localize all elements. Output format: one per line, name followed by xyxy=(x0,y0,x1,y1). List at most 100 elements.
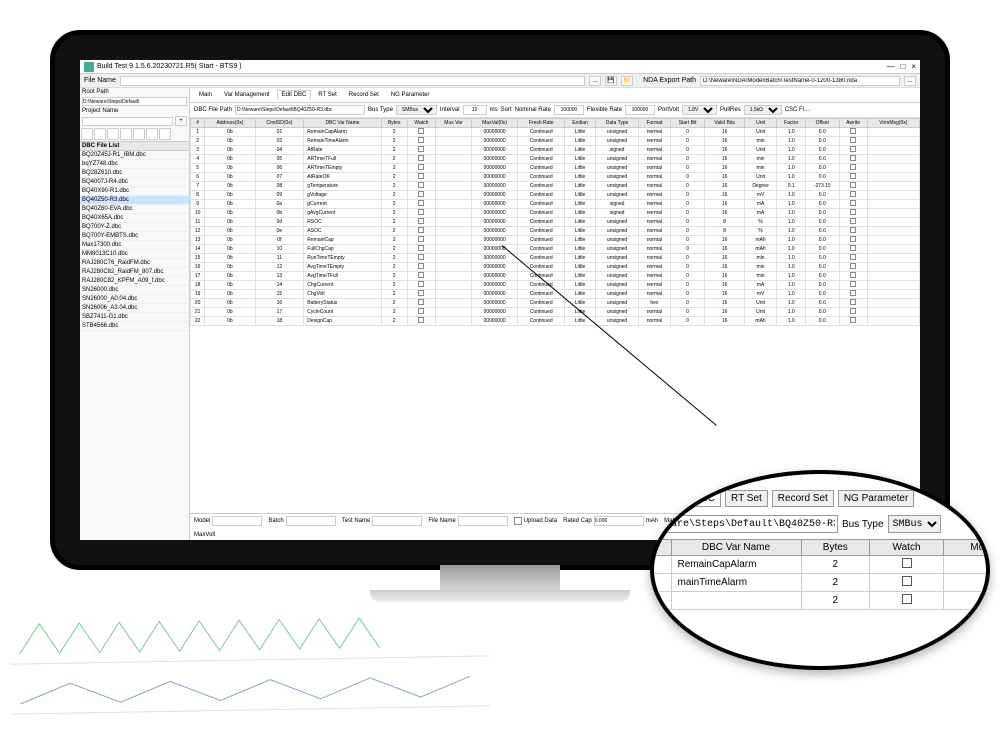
table-row[interactable]: 100b0bgAvgCurrent200000000ContinuedLittl… xyxy=(191,209,920,218)
col-header[interactable]: Watch xyxy=(407,119,435,128)
testname-input[interactable] xyxy=(372,516,422,526)
zoom-dbc-path[interactable] xyxy=(650,515,838,533)
table-row[interactable]: 140b10FullChgCap200000000ContinuedLittle… xyxy=(191,245,920,254)
awrite-checkbox[interactable] xyxy=(850,218,856,224)
dbc-file-list[interactable]: BQ20Z45J-R1_IBM.dbcbqYZ748.dbcBQ28Z610.d… xyxy=(80,151,189,540)
awrite-checkbox[interactable] xyxy=(850,308,856,314)
table-row[interactable]: 220b18DesignCap200000000ContinuedLittleu… xyxy=(191,317,920,326)
watch-checkbox[interactable] xyxy=(418,173,424,179)
table-row[interactable]: 10b01RemainCapAlarm200000000ContinuedLit… xyxy=(191,128,920,137)
watch-checkbox[interactable] xyxy=(418,254,424,260)
watch-checkbox[interactable] xyxy=(418,146,424,152)
watch-checkbox[interactable] xyxy=(418,209,424,215)
zoom-watch-1[interactable] xyxy=(902,558,912,568)
col-header[interactable]: # xyxy=(191,119,205,128)
table-row[interactable]: 120b0eASOC200000000ContinuedLittleunsign… xyxy=(191,227,920,236)
awrite-checkbox[interactable] xyxy=(850,299,856,305)
awrite-checkbox[interactable] xyxy=(850,137,856,143)
table-row[interactable]: 110b0dRSOC200000000ContinuedLittleunsign… xyxy=(191,218,920,227)
col-header[interactable]: CmdSD(0x) xyxy=(255,119,304,128)
awrite-checkbox[interactable] xyxy=(850,155,856,161)
table-row[interactable]: 70b08gTemperature200000000ContinuedLittl… xyxy=(191,182,920,191)
tab-rt-set[interactable]: RT Set xyxy=(313,90,341,100)
col-header[interactable]: Endian xyxy=(564,119,595,128)
tool-5[interactable] xyxy=(133,128,145,140)
nda-more-button[interactable]: ... xyxy=(904,76,916,86)
zoom-watch-2[interactable] xyxy=(902,576,912,586)
dbc-list-item[interactable]: SN26000.dbc xyxy=(80,286,189,295)
table-row[interactable]: 40b05ARTimeTFull200000000ContinuedLittle… xyxy=(191,155,920,164)
watch-checkbox[interactable] xyxy=(418,308,424,314)
pull-select[interactable]: 1.5kΩ xyxy=(744,105,782,115)
watch-checkbox[interactable] xyxy=(418,245,424,251)
project-name-input[interactable] xyxy=(82,117,173,126)
awrite-checkbox[interactable] xyxy=(850,236,856,242)
dbc-list-item[interactable]: BQ40X90-R1.dbc xyxy=(80,187,189,196)
interval-input[interactable] xyxy=(463,105,487,115)
awrite-checkbox[interactable] xyxy=(850,227,856,233)
awrite-checkbox[interactable] xyxy=(850,128,856,134)
table-row[interactable]: 170b13AvgTimeTFull200000000ContinuedLitt… xyxy=(191,272,920,281)
dbc-list-item[interactable]: BQ4007J-R4.dbc xyxy=(80,178,189,187)
nominal-input[interactable] xyxy=(554,105,584,115)
dbc-list-item[interactable]: SN26000_A0.04.dbc xyxy=(80,295,189,304)
table-row[interactable]: 80b09gVoltage200000000ContinuedLittleuns… xyxy=(191,191,920,200)
tab-var-management[interactable]: Var Management xyxy=(219,90,275,100)
folder-icon[interactable]: 📁 xyxy=(621,76,633,86)
awrite-checkbox[interactable] xyxy=(850,209,856,215)
table-row[interactable]: 160b12AvgTimeTEmpty200000000ContinuedLit… xyxy=(191,263,920,272)
nda-path-input[interactable] xyxy=(700,76,900,86)
minimize-button[interactable]: — xyxy=(886,62,894,71)
dbc-table[interactable]: #Address(0x)CmdSD(0x)DBC Var NameBytesWa… xyxy=(190,118,920,513)
dbc-list-item[interactable]: SBZ7411-G1.dbc xyxy=(80,313,189,322)
awrite-checkbox[interactable] xyxy=(850,254,856,260)
watch-checkbox[interactable] xyxy=(418,227,424,233)
bus-type-select[interactable]: SMBus xyxy=(396,105,437,115)
file-name-input[interactable] xyxy=(120,76,585,86)
col-header[interactable]: Bytes xyxy=(381,119,407,128)
tool-2[interactable] xyxy=(94,128,106,140)
awrite-checkbox[interactable] xyxy=(850,173,856,179)
table-row[interactable]: 60b07AtRateOK200000000ContinuedLittleuns… xyxy=(191,173,920,182)
dbc-list-item[interactable]: RAJ280C82_RaidFM_807.dbc xyxy=(80,268,189,277)
table-row[interactable]: 90b0agCurrent200000000ContinuedLittlesig… xyxy=(191,200,920,209)
dbc-list-item[interactable]: BQ40Z60-EVA.dbc xyxy=(80,205,189,214)
close-button[interactable]: × xyxy=(911,62,916,71)
watch-checkbox[interactable] xyxy=(418,317,424,323)
ratedcap-input[interactable] xyxy=(594,516,644,526)
awrite-checkbox[interactable] xyxy=(850,182,856,188)
flex-input[interactable] xyxy=(625,105,655,115)
col-header[interactable]: Awrite xyxy=(839,119,867,128)
zoom-watch-3[interactable] xyxy=(902,594,912,604)
browse-icon[interactable]: ... xyxy=(589,76,601,86)
maximize-button[interactable]: □ xyxy=(900,62,905,71)
watch-checkbox[interactable] xyxy=(418,218,424,224)
root-path-input[interactable] xyxy=(82,97,187,106)
dbc-list-item[interactable]: BQ40Z50-R3.dbc xyxy=(80,196,189,205)
watch-checkbox[interactable] xyxy=(418,137,424,143)
table-row[interactable]: 150b11RunTimeTEmpty200000000ContinuedLit… xyxy=(191,254,920,263)
table-row[interactable]: 50b06ARTimeTEmpty200000000ContinuedLittl… xyxy=(191,164,920,173)
awrite-checkbox[interactable] xyxy=(850,245,856,251)
watch-checkbox[interactable] xyxy=(418,281,424,287)
dbc-list-item[interactable]: BQ28Z610.dbc xyxy=(80,169,189,178)
tool-4[interactable] xyxy=(120,128,132,140)
awrite-checkbox[interactable] xyxy=(850,272,856,278)
col-header[interactable]: Mux Var xyxy=(436,119,472,128)
col-header[interactable]: Fresh Rate xyxy=(518,119,564,128)
dbc-list-item[interactable]: BQ20Z45J-R1_IBM.dbc xyxy=(80,151,189,160)
zoom-tab-rtset[interactable]: RT Set xyxy=(725,490,768,507)
watch-checkbox[interactable] xyxy=(418,164,424,170)
batch-input[interactable] xyxy=(286,516,336,526)
col-header[interactable]: Address(0x) xyxy=(205,119,255,128)
model-input[interactable] xyxy=(212,516,262,526)
watch-checkbox[interactable] xyxy=(418,200,424,206)
tab-main[interactable]: Main xyxy=(194,90,217,100)
new-icon[interactable]: + xyxy=(175,116,187,126)
dbc-list-item[interactable]: SN26006_A3.04.dbc xyxy=(80,304,189,313)
dbc-list-item[interactable]: MM8013C10.dbc xyxy=(80,250,189,259)
col-header[interactable]: Valid Bits xyxy=(705,119,744,128)
table-row[interactable]: 20b02RemainTimeAlarm200000000ContinuedLi… xyxy=(191,137,920,146)
table-row[interactable]: 200b16BatteryStatus200000000ContinuedLit… xyxy=(191,299,920,308)
awrite-checkbox[interactable] xyxy=(850,281,856,287)
